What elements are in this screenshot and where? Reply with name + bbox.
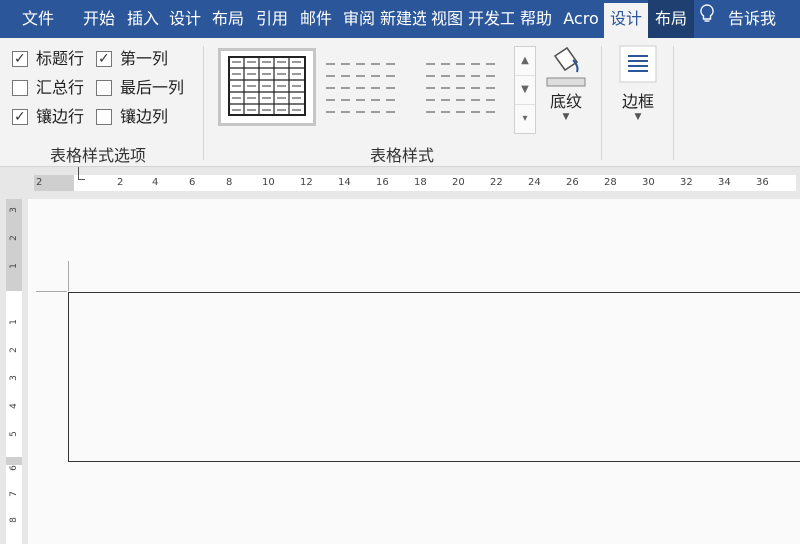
- ruler-label: 10: [262, 177, 275, 188]
- option-label: 最后一列: [120, 78, 185, 97]
- gallery-scroll-down-icon[interactable]: ▼: [515, 76, 535, 105]
- tab-insert[interactable]: 插入: [122, 0, 164, 38]
- ruler-label: 34: [718, 177, 731, 188]
- ribbon-tab-bar: 文件 开始 插入 设计 布局 引用 邮件 审阅 新建选 视图 开发工 帮助 Ac…: [0, 0, 800, 38]
- tell-me-box[interactable]: 告诉我: [700, 0, 776, 38]
- ruler-label: 2: [9, 347, 19, 353]
- tab-file[interactable]: 文件: [0, 0, 76, 38]
- ruler-label: 8: [226, 177, 233, 188]
- ruler-label: 24: [528, 177, 541, 188]
- tab-table-design[interactable]: 设计: [604, 3, 648, 38]
- lightbulb-icon: [700, 0, 722, 38]
- indent-marker-icon[interactable]: [78, 167, 85, 180]
- option-banded-rows[interactable]: 镶边行: [12, 106, 84, 128]
- option-header-row[interactable]: 标题行: [12, 48, 84, 70]
- ruler-label: 7: [9, 491, 19, 497]
- table-style-plain-1[interactable]: [318, 50, 410, 122]
- ruler-label: 4: [9, 403, 19, 409]
- table-outline[interactable]: [68, 292, 800, 462]
- ruler-label: 14: [338, 177, 351, 188]
- option-label: 镶边行: [36, 107, 85, 126]
- ruler-label: 3: [9, 207, 19, 213]
- tab-design[interactable]: 设计: [164, 0, 206, 38]
- tab-home[interactable]: 开始: [76, 0, 122, 38]
- tab-acrobat[interactable]: Acro: [558, 0, 604, 38]
- ruler-label: 18: [414, 177, 427, 188]
- ruler-label: 22: [490, 177, 503, 188]
- margin-crop-mark: [36, 291, 67, 292]
- option-label: 标题行: [36, 49, 85, 68]
- tab-help[interactable]: 帮助: [514, 0, 558, 38]
- checkbox-checked-icon[interactable]: [96, 48, 112, 70]
- option-label: 镶边列: [120, 107, 169, 126]
- checkbox-checked-icon[interactable]: [12, 48, 28, 70]
- borders-button[interactable]: 边框 ▼: [610, 44, 666, 134]
- horizontal-ruler[interactable]: 2 2 4 6 8 10 12 14 16 18 20 22 24 26 28 …: [0, 167, 800, 199]
- ribbon-panel: 标题行 第一列 汇总行 最后一列 镶边行 镶边列 表格样式选项: [0, 38, 800, 167]
- option-banded-columns[interactable]: 镶边列: [96, 106, 168, 128]
- ruler-label: 3: [9, 375, 19, 381]
- checkbox-checked-icon[interactable]: [12, 106, 28, 128]
- tab-table-layout[interactable]: 布局: [648, 0, 694, 38]
- ruler-label: 8: [9, 517, 19, 523]
- option-total-row[interactable]: 汇总行: [12, 77, 84, 99]
- option-label: 汇总行: [36, 78, 85, 97]
- ruler-label: 36: [756, 177, 769, 188]
- document-canvas[interactable]: [28, 199, 800, 544]
- ruler-label: 1: [9, 263, 19, 269]
- group-separator: [203, 46, 204, 160]
- tab-references[interactable]: 引用: [250, 0, 294, 38]
- checkbox-unchecked-icon[interactable]: [96, 109, 112, 125]
- paint-bucket-icon: [538, 44, 594, 88]
- ruler-label: 6: [189, 177, 196, 188]
- table-style-grid[interactable]: [218, 48, 316, 126]
- ruler-label: 16: [376, 177, 389, 188]
- ruler-label: 2: [117, 177, 124, 188]
- ruler-label: 2: [36, 177, 43, 188]
- gallery-scrollbar: ▲ ▼ ▾: [514, 46, 536, 134]
- ruler-label: 5: [9, 431, 19, 437]
- tab-review[interactable]: 审阅: [338, 0, 380, 38]
- ruler-label: 1: [9, 319, 19, 325]
- ruler-label: 32: [680, 177, 693, 188]
- tab-mailings[interactable]: 邮件: [294, 0, 338, 38]
- ruler-label: 30: [642, 177, 655, 188]
- vertical-ruler[interactable]: 3 2 1 1 2 3 4 5 6 7 8: [0, 199, 28, 544]
- tab-new-group[interactable]: 新建选: [380, 0, 426, 38]
- group-label-table-styles: 表格样式: [370, 146, 435, 165]
- shading-button[interactable]: 底纹 ▼: [538, 44, 594, 134]
- tab-view[interactable]: 视图: [426, 0, 468, 38]
- gallery-scroll-up-icon[interactable]: ▲: [515, 47, 535, 76]
- tab-developer[interactable]: 开发工: [468, 0, 514, 38]
- ruler-label: 2: [9, 235, 19, 241]
- shading-label: 底纹: [549, 92, 582, 111]
- gallery-more-icon[interactable]: ▾: [515, 105, 535, 133]
- tell-me-label: 告诉我: [728, 9, 777, 28]
- margin-crop-mark: [68, 261, 69, 291]
- borders-icon: [610, 44, 666, 88]
- ruler-label: 20: [452, 177, 465, 188]
- chevron-down-icon: ▼: [634, 112, 642, 122]
- tab-layout[interactable]: 布局: [206, 0, 250, 38]
- group-label-style-options: 表格样式选项: [50, 146, 147, 165]
- chevron-down-icon: ▼: [562, 112, 570, 122]
- group-separator: [673, 46, 674, 160]
- checkbox-unchecked-icon[interactable]: [96, 80, 112, 96]
- ruler-label: 6: [9, 465, 19, 471]
- ruler-label: 4: [152, 177, 159, 188]
- ruler-label: 26: [566, 177, 579, 188]
- option-label: 第一列: [120, 49, 169, 68]
- table-style-plain-2[interactable]: [418, 50, 510, 122]
- option-first-column[interactable]: 第一列: [96, 48, 168, 70]
- borders-label: 边框: [621, 92, 654, 111]
- option-last-column[interactable]: 最后一列: [96, 77, 184, 99]
- group-separator: [601, 46, 602, 160]
- checkbox-unchecked-icon[interactable]: [12, 80, 28, 96]
- table-styles-gallery: [214, 48, 532, 128]
- ruler-label: 12: [300, 177, 313, 188]
- ruler-label: 28: [604, 177, 617, 188]
